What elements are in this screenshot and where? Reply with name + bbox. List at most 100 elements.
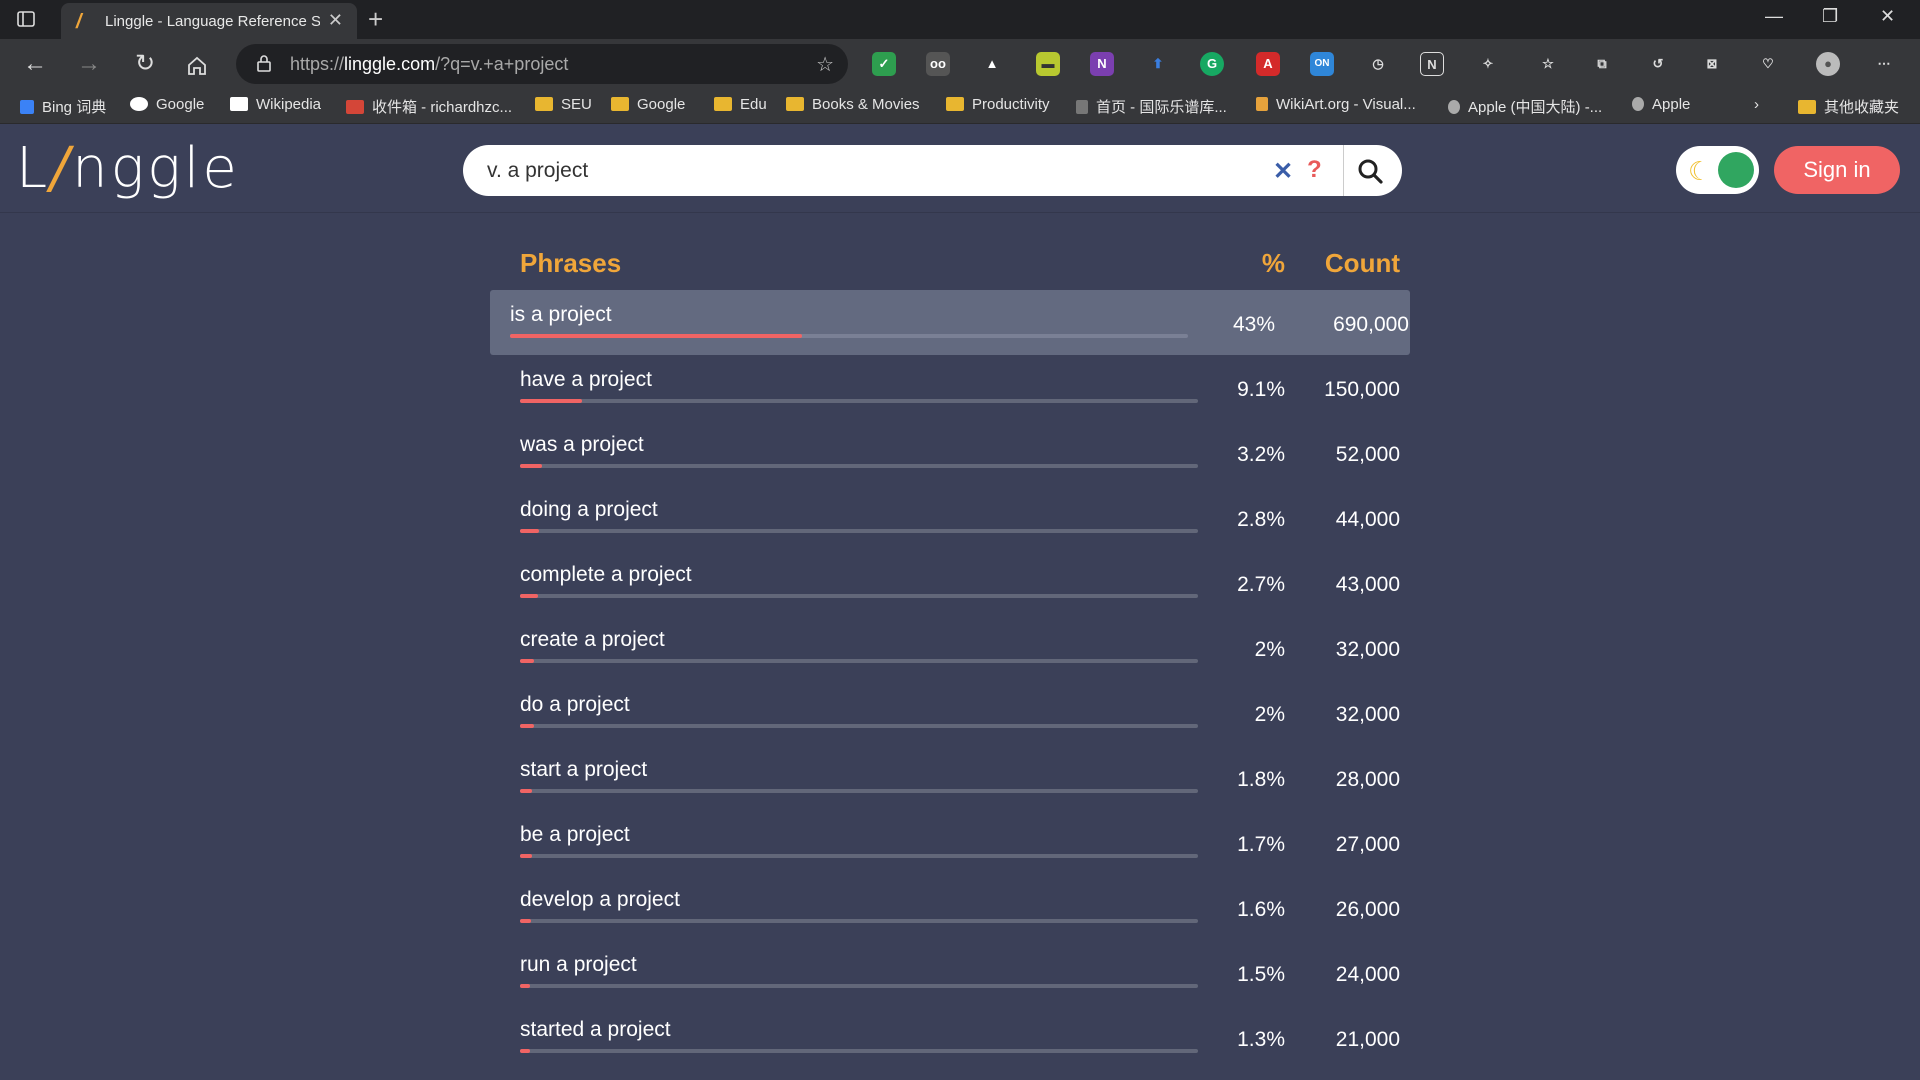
dark-mode-toggle[interactable]: ☾ <box>1676 146 1759 194</box>
history-icon[interactable]: ↺ <box>1646 52 1670 76</box>
table-row[interactable]: do a project 2% 32,000 <box>490 680 1410 745</box>
table-row[interactable]: create a project 2% 32,000 <box>490 615 1410 680</box>
phrase-text: run a project <box>520 953 637 976</box>
collections-icon[interactable]: ⧉ <box>1590 52 1614 76</box>
apple-icon <box>1448 100 1460 114</box>
help-icon[interactable]: ? <box>1307 156 1322 184</box>
linggle-logo[interactable]: L/nggle <box>16 136 240 201</box>
table-row[interactable]: develop a project 1.6% 26,000 <box>490 875 1410 940</box>
bookmarks-overflow-icon[interactable]: › <box>1754 96 1759 113</box>
bookmark-item[interactable]: WikiArt.org - Visual... <box>1256 96 1416 113</box>
folder-icon <box>786 97 804 111</box>
search-icon[interactable] <box>1356 157 1384 185</box>
table-row[interactable]: started a project 1.3% 21,000 <box>490 1005 1410 1070</box>
moon-icon: ☾ <box>1688 156 1712 186</box>
phrase-text: start a project <box>520 758 648 781</box>
frequency-bar <box>520 399 1198 403</box>
image-extension-icon[interactable]: ▬ <box>1036 52 1060 76</box>
count-value: 150,000 <box>1324 378 1400 401</box>
bookmark-item[interactable]: SEU <box>535 96 592 113</box>
onenote-extension-icon[interactable]: N <box>1090 52 1114 76</box>
tab-close-icon[interactable]: ✕ <box>328 10 343 31</box>
table-row[interactable]: was a project 3.2% 52,000 <box>490 420 1410 485</box>
restore-button[interactable]: ❐ <box>1822 6 1838 27</box>
percent-value: 3.2% <box>1237 443 1285 466</box>
bookmark-item[interactable]: Google <box>611 96 685 113</box>
percent-value: 1.7% <box>1237 833 1285 856</box>
glasses-extension-icon[interactable]: oo <box>926 52 950 76</box>
count-value: 43,000 <box>1335 573 1400 596</box>
frequency-bar <box>520 594 1198 598</box>
notion-extension-icon[interactable]: N <box>1420 52 1444 76</box>
grammarly-extension-icon[interactable]: G <box>1200 52 1224 76</box>
phrase-text: doing a project <box>520 498 658 521</box>
new-tab-button[interactable]: + <box>368 4 383 35</box>
percent-column-header[interactable]: % <box>1262 248 1285 279</box>
count-value: 21,000 <box>1335 1028 1400 1051</box>
profile-avatar-icon[interactable]: ● <box>1816 52 1840 76</box>
home-button[interactable] <box>186 55 208 77</box>
phrase-text: be a project <box>520 823 630 846</box>
gmail-icon <box>346 100 364 114</box>
favorites-icon[interactable]: ☆ <box>1536 52 1560 76</box>
table-row[interactable]: start a project 1.8% 28,000 <box>490 745 1410 810</box>
back-button[interactable]: ← <box>20 49 50 79</box>
table-row[interactable]: complete a project 2.7% 43,000 <box>490 550 1410 615</box>
percent-value: 43% <box>1232 313 1275 336</box>
math-solver-icon[interactable]: ⊠ <box>1700 52 1724 76</box>
frequency-bar <box>520 854 1198 858</box>
tab-actions-icon[interactable] <box>16 9 36 29</box>
percent-value: 1.5% <box>1237 963 1285 986</box>
frequency-bar-fill <box>520 919 531 923</box>
phrase-text: do a project <box>520 693 630 716</box>
percent-value: 2.8% <box>1237 508 1285 531</box>
folder-icon <box>535 97 553 111</box>
bookmark-item[interactable]: Google <box>130 96 204 113</box>
table-row[interactable]: doing a project 2.8% 44,000 <box>490 485 1410 550</box>
bookmark-item[interactable]: Wikipedia <box>230 96 321 113</box>
more-menu-icon[interactable]: ⋯ <box>1872 52 1896 76</box>
window-close-button[interactable]: ✕ <box>1880 6 1895 27</box>
count-value: 27,000 <box>1335 833 1400 856</box>
frequency-bar-fill <box>510 334 802 338</box>
browser-tab[interactable]: / Linggle - Language Reference Se ✕ <box>61 3 357 39</box>
minimize-button[interactable]: — <box>1765 6 1783 27</box>
bookmark-item[interactable]: Books & Movies <box>786 96 920 113</box>
arrow-extension-icon[interactable]: ⬆ <box>1146 52 1170 76</box>
phrase-text: develop a project <box>520 888 680 911</box>
table-row[interactable]: run a project 1.5% 24,000 <box>490 940 1410 1005</box>
table-row[interactable]: is a project 43% 690,000 <box>490 290 1410 355</box>
bookmark-item[interactable]: Edu <box>714 96 767 113</box>
bookmark-item[interactable]: 其他收藏夹 <box>1798 96 1899 117</box>
mountain-extension-icon[interactable]: ▲ <box>980 52 1004 76</box>
bookmark-item[interactable]: Bing 词典 <box>20 96 106 117</box>
bookmark-item[interactable]: 收件箱 - richardhzc... <box>346 96 512 117</box>
count-column-header[interactable]: Count <box>1325 248 1400 279</box>
sign-in-button[interactable]: Sign in <box>1774 146 1900 194</box>
frequency-bar <box>520 464 1198 468</box>
table-row[interactable]: be a project 1.7% 27,000 <box>490 810 1410 875</box>
bookmark-item[interactable]: 首页 - 国际乐谱库... <box>1076 96 1227 117</box>
phrase-text: was a project <box>520 433 644 456</box>
performance-icon[interactable]: ♡ <box>1756 52 1780 76</box>
shield-extension-icon[interactable]: ✓ <box>872 52 896 76</box>
extensions-puzzle-icon[interactable]: ✧ <box>1476 52 1500 76</box>
refresh-button[interactable]: ↻ <box>130 49 160 79</box>
forward-button[interactable]: → <box>74 49 104 79</box>
phrases-column-header[interactable]: Phrases <box>520 248 621 279</box>
search-divider <box>1343 145 1344 196</box>
add-favorite-icon[interactable]: ☆ <box>816 52 834 77</box>
on-extension-icon[interactable]: ON <box>1310 52 1334 76</box>
address-bar[interactable]: https://linggle.com/?q=v.+a+project ☆ <box>236 44 848 84</box>
imslp-icon <box>1076 100 1088 114</box>
search-input[interactable] <box>487 155 1207 187</box>
bookmark-item[interactable]: Apple <box>1632 96 1690 113</box>
frequency-bar-fill <box>520 1049 530 1053</box>
timer-extension-icon[interactable]: ◷ <box>1366 52 1390 76</box>
bookmark-item[interactable]: Apple (中国大陆) -... <box>1448 96 1602 117</box>
table-row[interactable]: have a project 9.1% 150,000 <box>490 355 1410 420</box>
bookmark-item[interactable]: Productivity <box>946 96 1050 113</box>
browser-tab-bar: / Linggle - Language Reference Se ✕ + — … <box>0 0 1920 39</box>
pdf-extension-icon[interactable]: A <box>1256 52 1280 76</box>
clear-search-icon[interactable]: ✕ <box>1273 157 1293 186</box>
